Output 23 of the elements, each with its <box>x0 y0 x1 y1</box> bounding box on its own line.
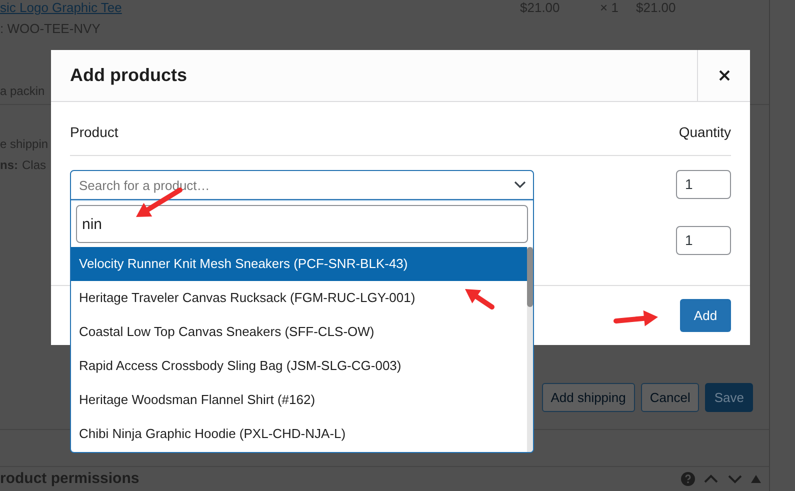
product-option[interactable]: Coastal Low Top Canvas Sneakers (SFF-CLS-OW) <box>71 315 527 349</box>
quantity-field[interactable]: 1 <box>676 226 731 254</box>
annotation-arrow <box>614 310 658 326</box>
product-option[interactable]: Heritage Woodsman Flannel Shirt (#162) <box>71 383 527 417</box>
chevron-up-icon[interactable] <box>703 474 719 484</box>
product-select[interactable]: Search for a product… <box>70 170 534 200</box>
quantity-field[interactable]: 1 <box>676 170 731 198</box>
modal-title: Add products <box>70 64 187 87</box>
product-option[interactable]: Chibi Ninja Graphic Hoodie (PXL-CHD-NJA-L) <box>71 417 527 451</box>
help-icon[interactable] <box>681 472 695 486</box>
product-option[interactable]: Rapid Access Crossbody Sling Bag (JSM-SLG-CG-003) <box>71 349 527 383</box>
close-icon <box>718 70 730 81</box>
product-option[interactable]: Heritage Traveler Canvas Rucksack (FGM-RUC-LGY-001) <box>71 281 527 315</box>
chevron-down-icon <box>514 181 526 189</box>
product-option[interactable]: Velocity Runner Knit Mesh Sneakers (PCF-SNR-BLK-43) <box>71 247 527 281</box>
chevron-down-icon[interactable] <box>727 474 743 484</box>
triangle-up-icon[interactable] <box>751 474 761 483</box>
scrollbar[interactable] <box>527 247 533 452</box>
add-button[interactable]: Add <box>680 299 731 332</box>
search-field[interactable]: nin <box>76 205 528 243</box>
column-header: Product <box>70 123 118 142</box>
column-header: Quantity <box>678 123 731 142</box>
annotation-arrow <box>465 289 494 310</box>
